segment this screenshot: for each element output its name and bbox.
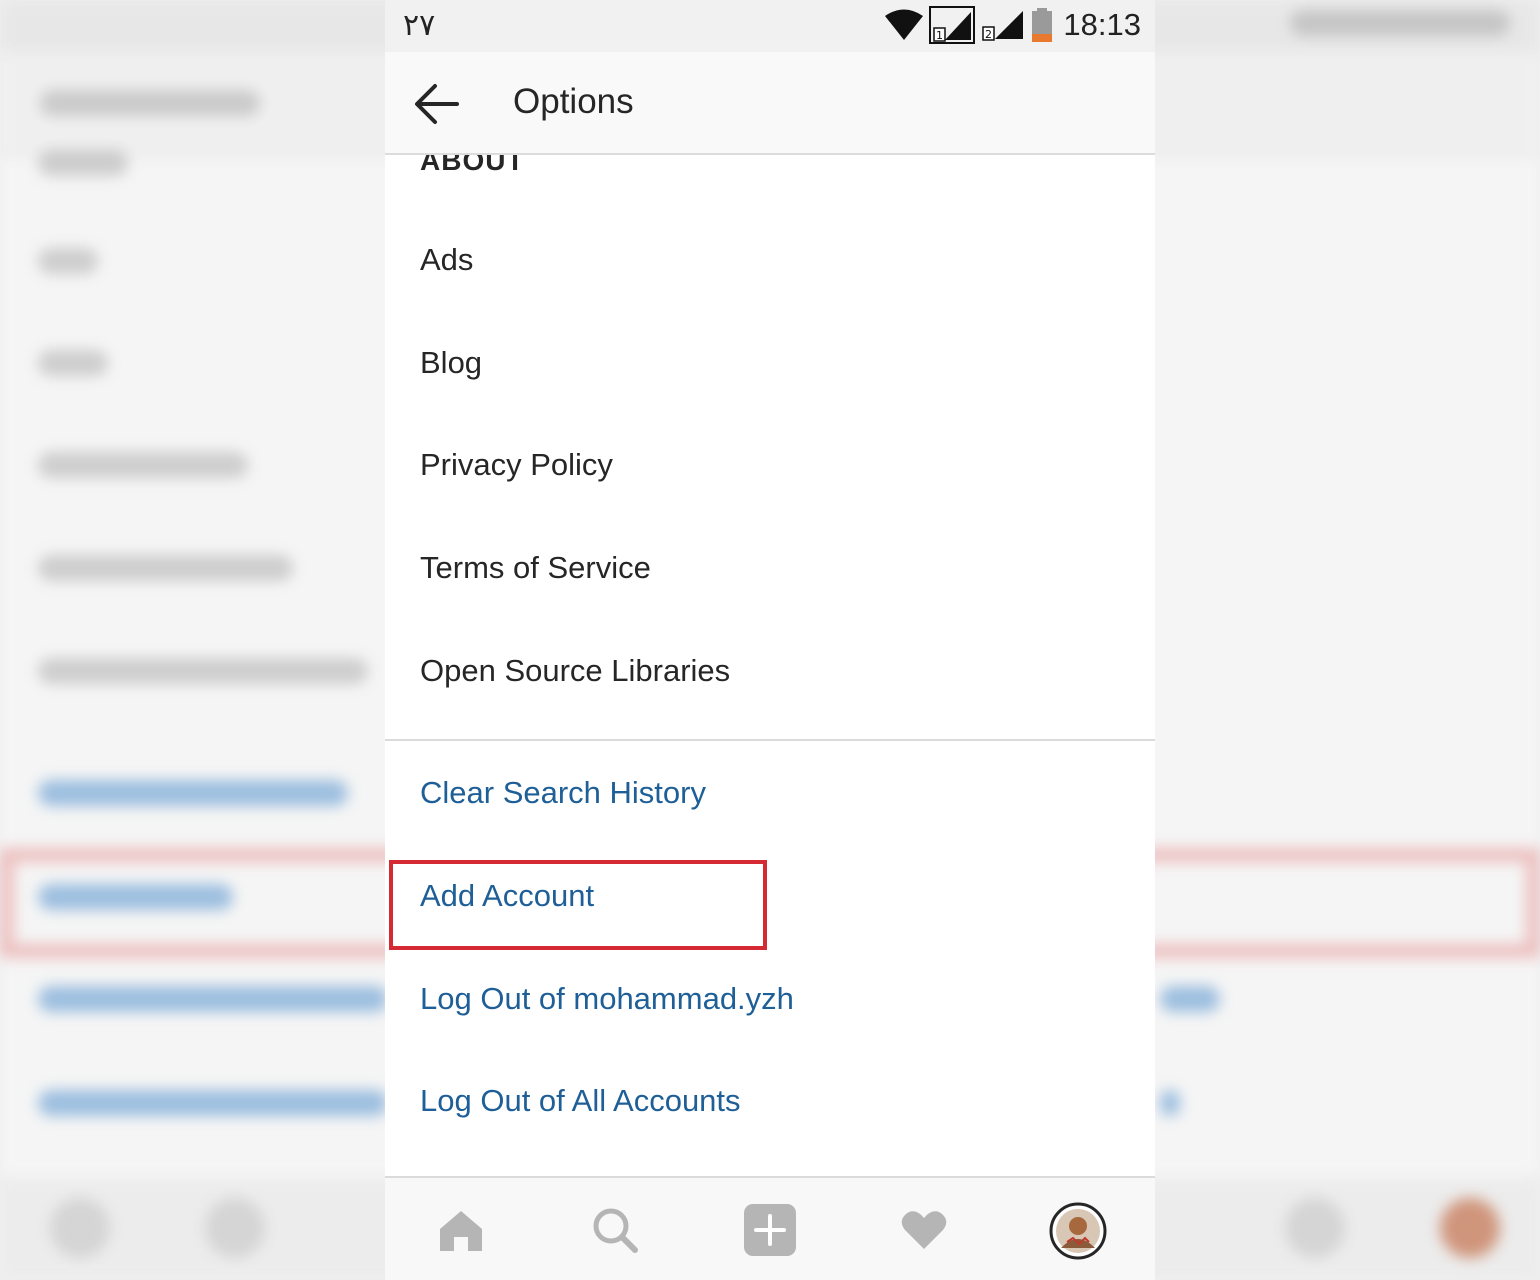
activity-tab[interactable] (896, 1202, 952, 1258)
status-time: 18:13 (1063, 7, 1141, 42)
home-tab[interactable] (433, 1202, 489, 1258)
options-list: ABOUT Ads Blog Privacy Policy Terms of S… (385, 155, 1155, 1176)
back-arrow-icon[interactable] (413, 82, 461, 126)
menu-item-clear-search-history[interactable]: Clear Search History (420, 775, 706, 811)
add-account-highlight-box (389, 860, 767, 950)
search-icon (593, 1208, 638, 1253)
home-icon (440, 1211, 482, 1251)
menu-item-log-out-all[interactable]: Log Out of All Accounts (420, 1083, 741, 1119)
menu-item-open-source-libraries[interactable]: Open Source Libraries (420, 653, 730, 689)
status-bar: ۲۷ 1 2 18:13 (385, 0, 1155, 52)
sim1-label: 1 (936, 29, 943, 42)
sim2-label: 2 (985, 28, 992, 41)
heart-icon (901, 1211, 947, 1249)
menu-item-terms-of-service[interactable]: Terms of Service (420, 550, 651, 586)
section-header-about: ABOUT (420, 155, 525, 176)
signal-sim2-icon: 2 (982, 11, 1024, 41)
menu-item-log-out-account[interactable]: Log Out of mohammad.yzh (420, 981, 794, 1017)
profile-avatar (1049, 1202, 1107, 1260)
page-title: Options (513, 82, 634, 121)
options-header: Options (385, 52, 1155, 155)
add-post-icon (744, 1204, 796, 1256)
battery-icon (1032, 8, 1053, 42)
signal-sim1-icon: 1 (929, 6, 976, 44)
wifi-icon (885, 9, 924, 40)
menu-item-ads[interactable]: Ads (420, 242, 473, 278)
section-divider (385, 739, 1155, 741)
status-date: ۲۷ (403, 8, 436, 43)
search-tab[interactable] (587, 1202, 643, 1258)
profile-tab[interactable] (1049, 1202, 1107, 1260)
menu-item-blog[interactable]: Blog (420, 345, 482, 381)
add-post-tab[interactable] (742, 1202, 798, 1258)
bottom-tab-bar (385, 1176, 1155, 1280)
phone-screen: ۲۷ 1 2 18:13 Options ABOUT Ads Blog Priv… (385, 0, 1155, 1280)
menu-item-privacy-policy[interactable]: Privacy Policy (420, 447, 613, 483)
